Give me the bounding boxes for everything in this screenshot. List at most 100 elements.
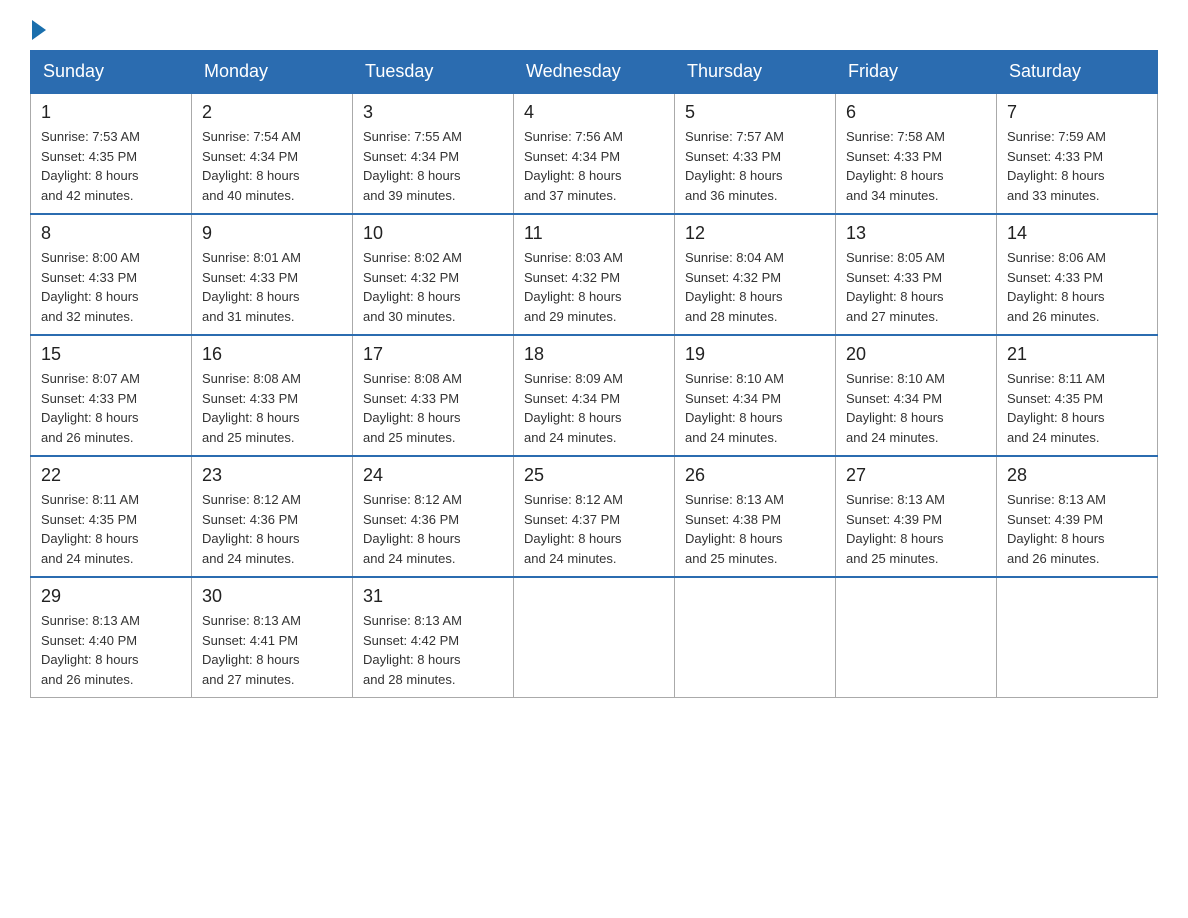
day-number-7: 7 <box>1007 102 1147 123</box>
day-cell-25: 25Sunrise: 8:12 AMSunset: 4:37 PMDayligh… <box>514 456 675 577</box>
day-cell-20: 20 Sunrise: 8:10 AMSunset: 4:34 PMDayligh… <box>836 335 997 456</box>
weekday-header-thursday: Thursday <box>675 51 836 94</box>
empty-cell-4-4 <box>675 577 836 698</box>
day-cell-13: 13Sunrise: 8:05 AMSunset: 4:33 PMDayligh… <box>836 214 997 335</box>
day-number-4: 4 <box>524 102 664 123</box>
empty-cell-4-6 <box>997 577 1158 698</box>
day-cell-14: 14 Sunrise: 8:06 AMSunset: 4:33 PMDayligh… <box>997 214 1158 335</box>
day-number-29: 29 <box>41 586 181 607</box>
day-number-13: 13 <box>846 223 986 244</box>
day-cell-18: 18Sunrise: 8:09 AMSunset: 4:34 PMDayligh… <box>514 335 675 456</box>
day-cell-12: 12 Sunrise: 8:04 AMSunset: 4:32 PMDayligh… <box>675 214 836 335</box>
day-number-1: 1 <box>41 102 181 123</box>
calendar-body: 1Sunrise: 7:53 AMSunset: 4:35 PMDaylight… <box>31 93 1158 698</box>
day-cell-8: 8 Sunrise: 8:00 AMSunset: 4:33 PMDaylight… <box>31 214 192 335</box>
day-info-29: Sunrise: 8:13 AMSunset: 4:40 PMDaylight:… <box>41 611 181 689</box>
logo <box>30 20 48 40</box>
day-cell-9: 9Sunrise: 8:01 AMSunset: 4:33 PMDaylight… <box>192 214 353 335</box>
weekday-header-wednesday: Wednesday <box>514 51 675 94</box>
week-row-3: 15 Sunrise: 8:07 AMSunset: 4:33 PMDayligh… <box>31 335 1158 456</box>
day-cell-30: 30 Sunrise: 8:13 AMSunset: 4:41 PMDayligh… <box>192 577 353 698</box>
day-cell-28: 28 Sunrise: 8:13 AMSunset: 4:39 PMDayligh… <box>997 456 1158 577</box>
weekday-header-monday: Monday <box>192 51 353 94</box>
day-number-19: 19 <box>685 344 825 365</box>
day-cell-3: 3Sunrise: 7:55 AMSunset: 4:34 PMDaylight… <box>353 93 514 214</box>
day-number-6: 6 <box>846 102 986 123</box>
week-row-2: 8 Sunrise: 8:00 AMSunset: 4:33 PMDaylight… <box>31 214 1158 335</box>
day-info-2: Sunrise: 7:54 AMSunset: 4:34 PMDaylight:… <box>202 127 342 205</box>
week-row-4: 22 Sunrise: 8:11 AMSunset: 4:35 PMDayligh… <box>31 456 1158 577</box>
day-info-31: Sunrise: 8:13 AMSunset: 4:42 PMDaylight:… <box>363 611 503 689</box>
day-info-17: Sunrise: 8:08 AMSunset: 4:33 PMDaylight:… <box>363 369 503 447</box>
logo-arrow-icon <box>32 20 46 40</box>
day-cell-4: 4 Sunrise: 7:56 AMSunset: 4:34 PMDaylight… <box>514 93 675 214</box>
day-info-21: Sunrise: 8:11 AMSunset: 4:35 PMDaylight:… <box>1007 369 1147 447</box>
day-cell-16: 16 Sunrise: 8:08 AMSunset: 4:33 PMDayligh… <box>192 335 353 456</box>
day-cell-27: 27 Sunrise: 8:13 AMSunset: 4:39 PMDayligh… <box>836 456 997 577</box>
day-info-11: Sunrise: 8:03 AMSunset: 4:32 PMDaylight:… <box>524 248 664 326</box>
day-number-15: 15 <box>41 344 181 365</box>
day-info-5: Sunrise: 7:57 AMSunset: 4:33 PMDaylight:… <box>685 127 825 205</box>
day-cell-21: 21 Sunrise: 8:11 AMSunset: 4:35 PMDayligh… <box>997 335 1158 456</box>
empty-cell-4-5 <box>836 577 997 698</box>
day-number-14: 14 <box>1007 223 1147 244</box>
weekday-header-friday: Friday <box>836 51 997 94</box>
day-cell-5: 5 Sunrise: 7:57 AMSunset: 4:33 PMDaylight… <box>675 93 836 214</box>
week-row-5: 29 Sunrise: 8:13 AMSunset: 4:40 PMDayligh… <box>31 577 1158 698</box>
day-info-28: Sunrise: 8:13 AMSunset: 4:39 PMDaylight:… <box>1007 490 1147 568</box>
empty-cell-4-3 <box>514 577 675 698</box>
day-info-18: Sunrise: 8:09 AMSunset: 4:34 PMDaylight:… <box>524 369 664 447</box>
day-number-25: 25 <box>524 465 664 486</box>
day-info-26: Sunrise: 8:13 AMSunset: 4:38 PMDaylight:… <box>685 490 825 568</box>
day-number-5: 5 <box>685 102 825 123</box>
day-number-20: 20 <box>846 344 986 365</box>
day-cell-31: 31 Sunrise: 8:13 AMSunset: 4:42 PMDayligh… <box>353 577 514 698</box>
day-number-31: 31 <box>363 586 503 607</box>
day-number-16: 16 <box>202 344 342 365</box>
day-number-28: 28 <box>1007 465 1147 486</box>
day-number-21: 21 <box>1007 344 1147 365</box>
day-number-27: 27 <box>846 465 986 486</box>
day-cell-10: 10 Sunrise: 8:02 AMSunset: 4:32 PMDayligh… <box>353 214 514 335</box>
day-cell-1: 1Sunrise: 7:53 AMSunset: 4:35 PMDaylight… <box>31 93 192 214</box>
page-header <box>30 20 1158 40</box>
day-cell-19: 19 Sunrise: 8:10 AMSunset: 4:34 PMDayligh… <box>675 335 836 456</box>
day-info-20: Sunrise: 8:10 AMSunset: 4:34 PMDaylight:… <box>846 369 986 447</box>
day-number-23: 23 <box>202 465 342 486</box>
day-info-30: Sunrise: 8:13 AMSunset: 4:41 PMDaylight:… <box>202 611 342 689</box>
day-info-4: Sunrise: 7:56 AMSunset: 4:34 PMDaylight:… <box>524 127 664 205</box>
day-info-24: Sunrise: 8:12 AMSunset: 4:36 PMDaylight:… <box>363 490 503 568</box>
day-cell-15: 15 Sunrise: 8:07 AMSunset: 4:33 PMDayligh… <box>31 335 192 456</box>
day-cell-24: 24Sunrise: 8:12 AMSunset: 4:36 PMDayligh… <box>353 456 514 577</box>
day-info-6: Sunrise: 7:58 AMSunset: 4:33 PMDaylight:… <box>846 127 986 205</box>
calendar-table: SundayMondayTuesdayWednesdayThursdayFrid… <box>30 50 1158 698</box>
day-info-19: Sunrise: 8:10 AMSunset: 4:34 PMDaylight:… <box>685 369 825 447</box>
day-cell-17: 17Sunrise: 8:08 AMSunset: 4:33 PMDayligh… <box>353 335 514 456</box>
day-info-14: Sunrise: 8:06 AMSunset: 4:33 PMDaylight:… <box>1007 248 1147 326</box>
day-info-15: Sunrise: 8:07 AMSunset: 4:33 PMDaylight:… <box>41 369 181 447</box>
day-number-3: 3 <box>363 102 503 123</box>
day-number-8: 8 <box>41 223 181 244</box>
day-info-27: Sunrise: 8:13 AMSunset: 4:39 PMDaylight:… <box>846 490 986 568</box>
day-number-2: 2 <box>202 102 342 123</box>
day-info-10: Sunrise: 8:02 AMSunset: 4:32 PMDaylight:… <box>363 248 503 326</box>
day-info-22: Sunrise: 8:11 AMSunset: 4:35 PMDaylight:… <box>41 490 181 568</box>
day-info-16: Sunrise: 8:08 AMSunset: 4:33 PMDaylight:… <box>202 369 342 447</box>
day-info-8: Sunrise: 8:00 AMSunset: 4:33 PMDaylight:… <box>41 248 181 326</box>
day-info-23: Sunrise: 8:12 AMSunset: 4:36 PMDaylight:… <box>202 490 342 568</box>
day-cell-22: 22 Sunrise: 8:11 AMSunset: 4:35 PMDayligh… <box>31 456 192 577</box>
day-number-12: 12 <box>685 223 825 244</box>
weekday-header-sunday: Sunday <box>31 51 192 94</box>
day-cell-7: 7Sunrise: 7:59 AMSunset: 4:33 PMDaylight… <box>997 93 1158 214</box>
day-number-22: 22 <box>41 465 181 486</box>
calendar-header: SundayMondayTuesdayWednesdayThursdayFrid… <box>31 51 1158 94</box>
day-number-10: 10 <box>363 223 503 244</box>
day-cell-2: 2 Sunrise: 7:54 AMSunset: 4:34 PMDaylight… <box>192 93 353 214</box>
day-number-30: 30 <box>202 586 342 607</box>
week-row-1: 1Sunrise: 7:53 AMSunset: 4:35 PMDaylight… <box>31 93 1158 214</box>
day-info-12: Sunrise: 8:04 AMSunset: 4:32 PMDaylight:… <box>685 248 825 326</box>
weekday-header-row: SundayMondayTuesdayWednesdayThursdayFrid… <box>31 51 1158 94</box>
weekday-header-saturday: Saturday <box>997 51 1158 94</box>
day-number-26: 26 <box>685 465 825 486</box>
day-cell-6: 6 Sunrise: 7:58 AMSunset: 4:33 PMDaylight… <box>836 93 997 214</box>
